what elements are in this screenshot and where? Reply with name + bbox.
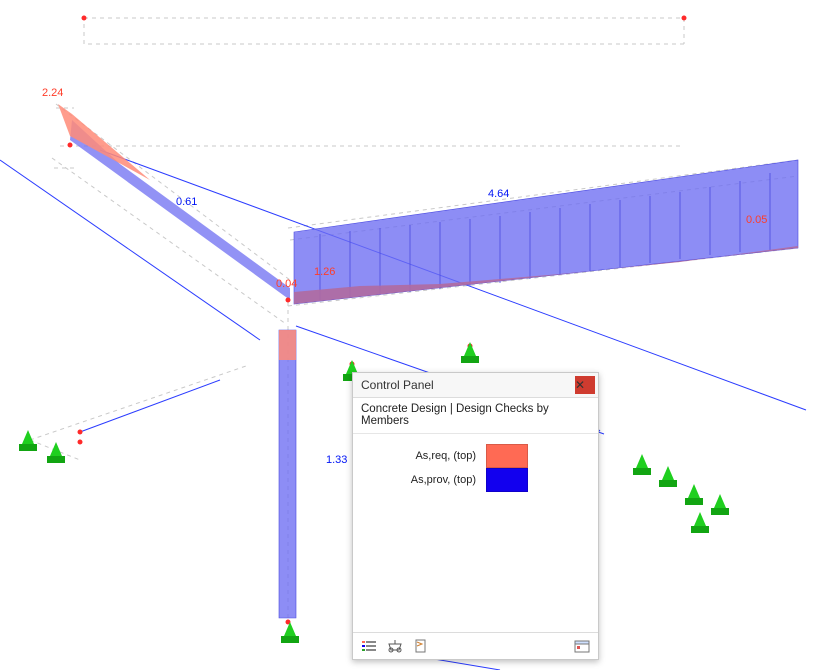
calendar-button[interactable] <box>570 635 594 657</box>
panel-subtitle: Concrete Design | Design Checks by Membe… <box>353 398 598 434</box>
scale-button[interactable] <box>383 635 407 657</box>
list-view-button[interactable] <box>357 635 381 657</box>
panel-toolbar <box>353 632 598 659</box>
support <box>19 430 37 451</box>
close-icon: ✕ <box>575 379 595 391</box>
panel-legend: As,req, (top) As,prov, (top) <box>353 434 598 632</box>
legend-swatch-prov <box>486 468 528 492</box>
legend-label-prov: As,prov, (top) <box>411 474 476 486</box>
legend-swatch-req <box>486 444 528 468</box>
control-panel[interactable]: Control Panel ✕ Concrete Design | Design… <box>352 372 599 660</box>
support <box>711 494 729 515</box>
scale-icon <box>387 639 403 653</box>
list-icon <box>362 640 376 652</box>
panel-close-button[interactable]: ✕ <box>575 376 595 394</box>
calendar-icon <box>574 639 590 653</box>
support <box>659 466 677 487</box>
legend-row-prov: As,prov, (top) <box>363 468 588 492</box>
support <box>633 454 651 475</box>
panel-titlebar[interactable]: Control Panel ✕ <box>353 373 598 398</box>
legend-label-req: As,req, (top) <box>415 450 476 462</box>
support <box>685 484 703 505</box>
report-button[interactable] <box>409 635 433 657</box>
support <box>281 622 299 643</box>
support <box>461 342 479 363</box>
legend-row-req: As,req, (top) <box>363 444 588 468</box>
support <box>691 512 709 533</box>
document-icon <box>414 639 428 653</box>
panel-title-text: Control Panel <box>361 378 572 392</box>
